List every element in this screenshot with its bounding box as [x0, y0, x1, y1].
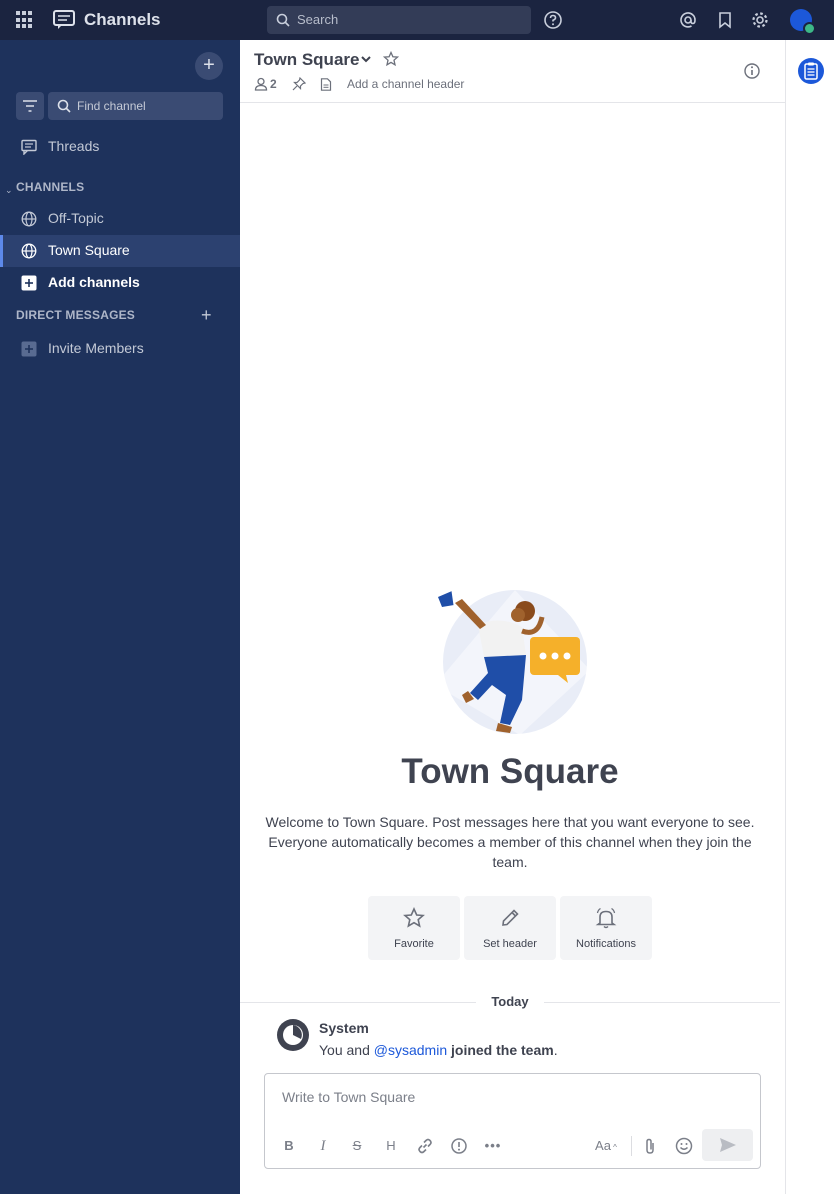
filter-icon: [23, 100, 37, 112]
globe-icon: [21, 211, 37, 227]
set-header-button[interactable]: Set header: [464, 896, 556, 960]
globe-icon: [21, 243, 37, 259]
add-channel-header-link[interactable]: Add a channel header: [347, 77, 464, 91]
add-button[interactable]: +: [195, 52, 223, 80]
composer-placeholder: Write to Town Square: [282, 1089, 416, 1105]
product-name[interactable]: Channels: [84, 10, 161, 30]
find-channel-placeholder: Find channel: [77, 99, 146, 113]
message-text-bold: joined the team: [451, 1042, 554, 1058]
help-icon[interactable]: [543, 10, 563, 30]
channels-section-header[interactable]: CHANNELS: [16, 180, 84, 194]
mention-link[interactable]: @sysadmin: [374, 1042, 447, 1058]
search-input[interactable]: Search: [267, 6, 531, 34]
send-icon: [720, 1138, 736, 1152]
channel-sidebar: + Find channel Threads ⌄ CHANNELS Off-To…: [0, 40, 240, 1194]
add-direct-message-icon[interactable]: +: [201, 305, 212, 326]
strikethrough-icon[interactable]: S: [347, 1136, 367, 1156]
info-icon[interactable]: [743, 62, 761, 80]
sidebar-item-town-square[interactable]: Town Square: [0, 235, 240, 267]
more-formatting-icon[interactable]: •••: [483, 1136, 503, 1156]
pencil-icon: [502, 909, 519, 926]
sidebar-item-label: Town Square: [48, 242, 130, 258]
channel-intro-title: Town Square: [401, 752, 619, 791]
priority-icon[interactable]: [449, 1136, 469, 1156]
saved-messages-icon[interactable]: [715, 10, 735, 30]
plus-box-icon: [21, 275, 37, 291]
message-text-suffix: .: [553, 1042, 558, 1058]
channels-product-icon: [53, 10, 75, 29]
sidebar-item-invite-members[interactable]: Invite Members: [0, 333, 240, 365]
sidebar-item-label: Invite Members: [48, 340, 144, 356]
sidebar-item-off-topic[interactable]: Off-Topic: [0, 203, 240, 235]
toolbar-divider: [631, 1136, 632, 1156]
sidebar-item-label: Threads: [48, 138, 100, 154]
pin-icon[interactable]: [292, 77, 306, 91]
notifications-button[interactable]: Notifications: [560, 896, 652, 960]
sidebar-item-add-channels[interactable]: Add channels: [0, 267, 240, 299]
formatting-toggle-label: Aa: [595, 1138, 611, 1153]
send-button[interactable]: [702, 1129, 753, 1161]
message-composer[interactable]: Write to Town Square B I S H ••• Aa ^: [264, 1073, 761, 1169]
mentions-icon[interactable]: [678, 10, 698, 30]
date-separator: Today: [476, 994, 544, 1009]
link-icon[interactable]: [415, 1136, 435, 1156]
favorite-label: Favorite: [394, 938, 434, 950]
set-header-label: Set header: [483, 938, 537, 950]
italic-icon[interactable]: I: [313, 1136, 333, 1156]
message-text-prefix: You and: [319, 1042, 374, 1058]
attachment-icon[interactable]: [640, 1136, 660, 1156]
search-placeholder: Search: [297, 12, 339, 27]
chevron-down-icon[interactable]: ⌄: [5, 185, 13, 196]
product-menu-icon[interactable]: [16, 11, 34, 29]
settings-gear-icon[interactable]: [750, 10, 770, 30]
sidebar-item-label: Add channels: [48, 274, 140, 290]
star-icon: [403, 907, 425, 928]
direct-messages-section-header[interactable]: DIRECT MESSAGES: [16, 308, 135, 322]
favorite-star-icon[interactable]: [383, 51, 399, 67]
document-icon: [320, 78, 332, 91]
chevron-down-icon[interactable]: [360, 53, 372, 65]
boards-app-icon[interactable]: [798, 58, 824, 84]
message-text: You and @sysadmin joined the team.: [319, 1042, 558, 1058]
message-author[interactable]: System: [319, 1020, 369, 1036]
sidebar-item-label: Off-Topic: [48, 210, 104, 226]
system-avatar: [277, 1019, 309, 1051]
welcome-illustration: [435, 590, 590, 735]
global-header: Channels Search: [0, 0, 834, 40]
app-bar: [785, 40, 834, 1194]
heading-icon[interactable]: H: [381, 1136, 401, 1156]
threads-icon: [21, 139, 37, 155]
bell-icon: [595, 907, 617, 929]
notifications-label: Notifications: [576, 938, 636, 950]
sidebar-item-threads[interactable]: Threads: [0, 131, 240, 163]
plus-box-icon: [21, 341, 37, 357]
search-icon: [276, 13, 290, 27]
favorite-button[interactable]: Favorite: [368, 896, 460, 960]
emoji-icon[interactable]: [674, 1136, 694, 1156]
channel-intro-text: Welcome to Town Square. Post messages he…: [265, 814, 755, 870]
channel-name[interactable]: Town Square: [254, 50, 359, 70]
bold-icon[interactable]: B: [279, 1136, 299, 1156]
search-icon: [57, 99, 71, 113]
filter-unread-button[interactable]: [16, 92, 44, 120]
member-icon[interactable]: [254, 77, 268, 91]
online-status-icon: [803, 22, 816, 35]
find-channel-input[interactable]: Find channel: [48, 92, 223, 120]
channel-header: Town Square 2 Add a channel header: [240, 40, 785, 103]
member-count[interactable]: 2: [270, 77, 277, 91]
formatting-toggle[interactable]: Aa ^: [591, 1136, 621, 1156]
